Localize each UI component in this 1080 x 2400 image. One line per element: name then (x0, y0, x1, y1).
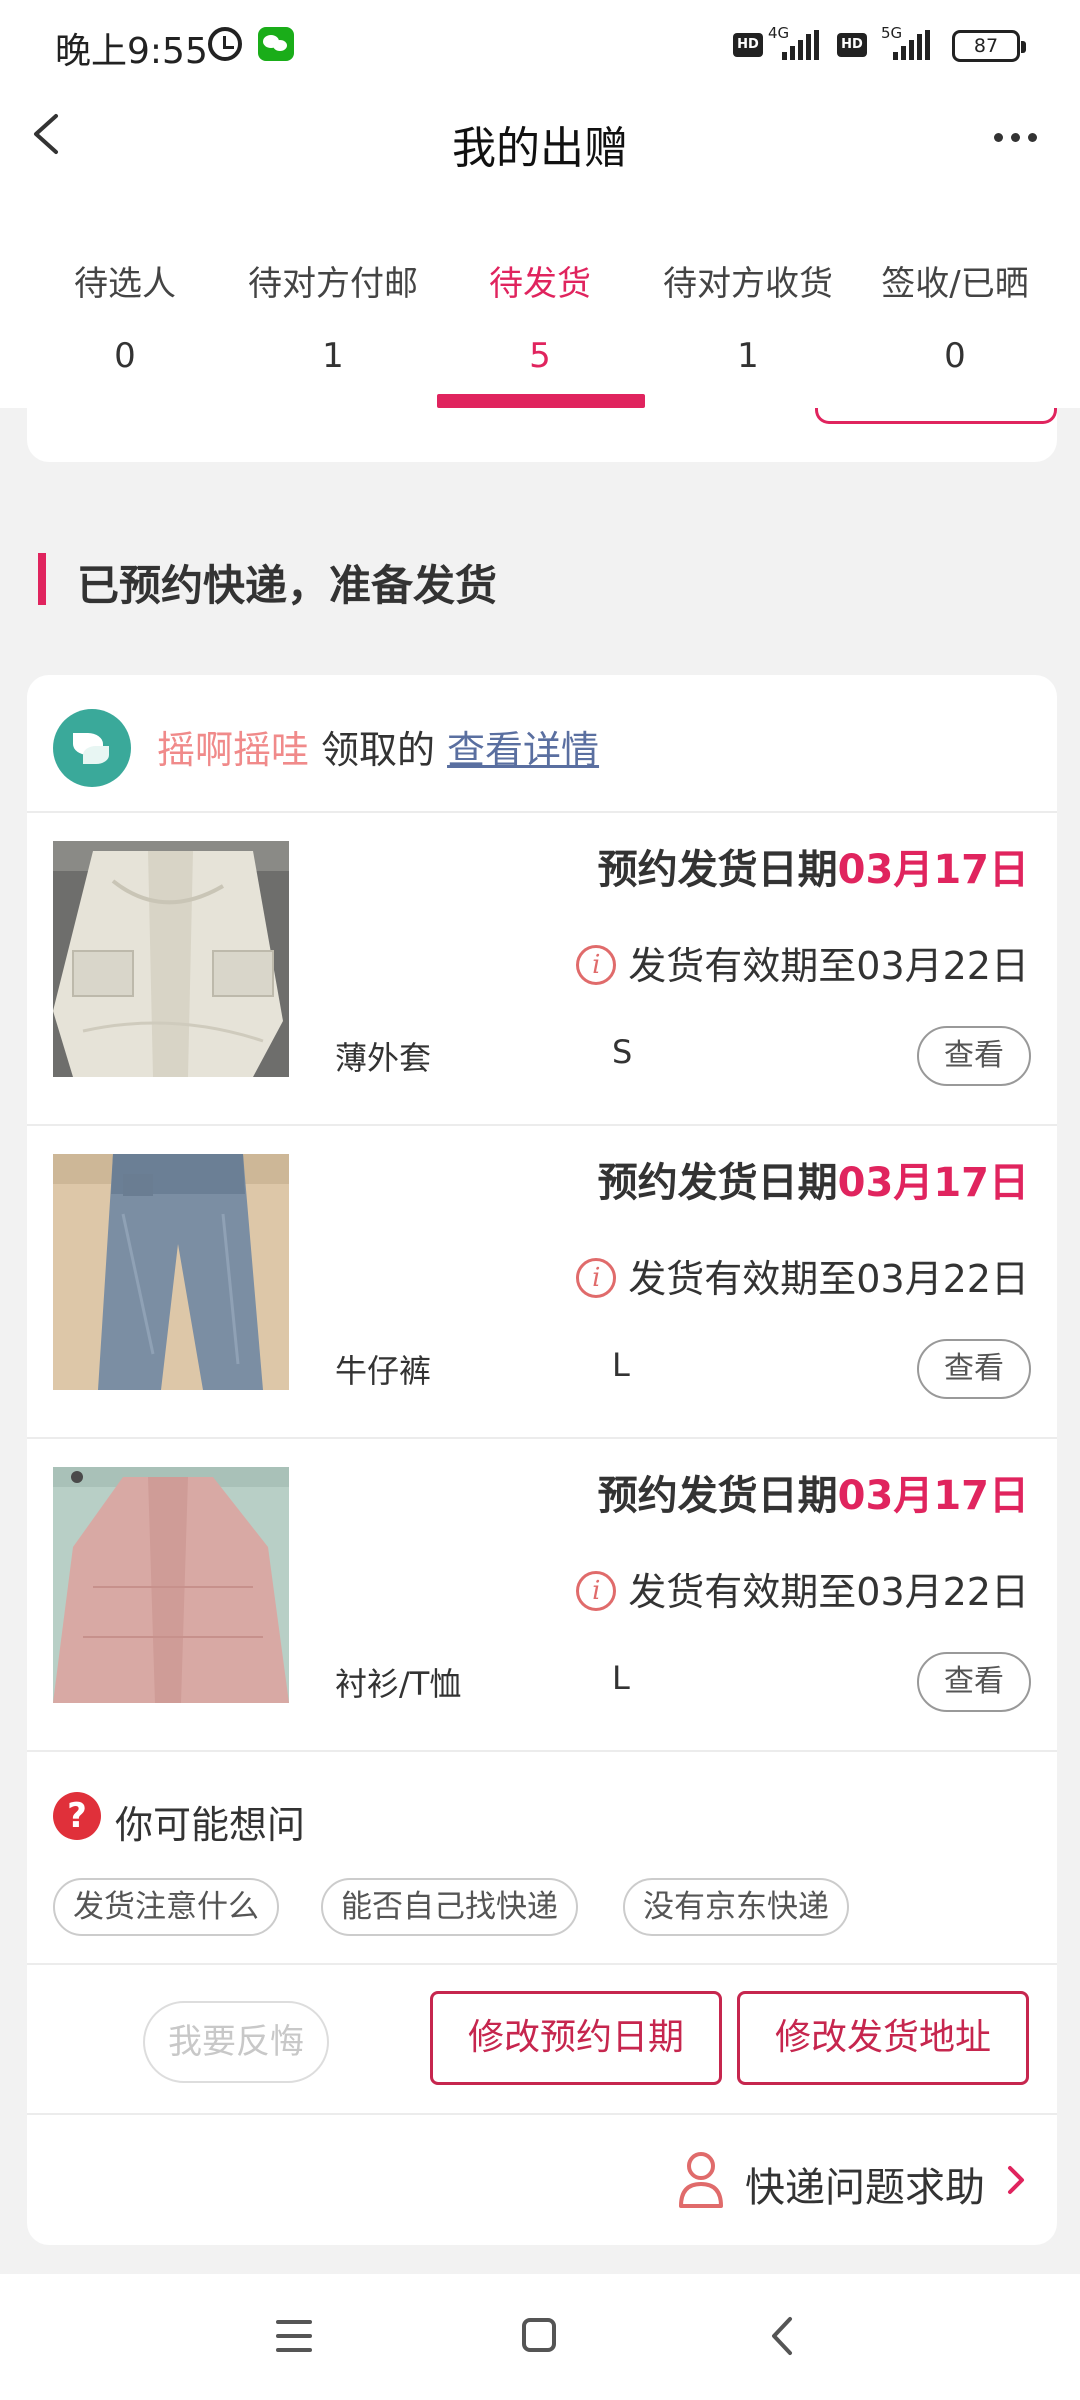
ship-date-label: 预约发货日期 (597, 1473, 838, 1519)
view-button[interactable]: 查看 (917, 1026, 1031, 1086)
ship-date: 预约发货日期03月17日 (598, 1150, 1029, 1208)
section-title: 已预约快递，准备发货 (77, 561, 498, 610)
view-button[interactable]: 查看 (917, 1652, 1031, 1712)
status-bar: 晚上9:55 HD 4G HD 5G 87 (0, 0, 1080, 92)
battery-icon: 87 (952, 30, 1026, 62)
system-nav-bar (0, 2274, 1080, 2400)
previous-card-bottom (27, 408, 1057, 462)
info-icon: i (576, 1257, 617, 1298)
tab-count: 0 (114, 336, 136, 376)
validity-text: 发货有效期至03月22日 (628, 1570, 1029, 1614)
delivery-help-row[interactable]: 快递问题求助 (27, 2115, 1057, 2245)
item-size: L (612, 1659, 630, 1697)
signal-icon-2 (893, 30, 935, 60)
tab-label: 待选人 (74, 264, 176, 304)
faq-chip[interactable]: 没有京东快递 (623, 1878, 849, 1936)
person-icon (679, 2152, 723, 2208)
view-button[interactable]: 查看 (917, 1339, 1031, 1399)
ship-date: 预约发货日期03月17日 (598, 1463, 1029, 1521)
validity-text: 发货有效期至03月22日 (628, 1257, 1029, 1301)
faq-chip[interactable]: 能否自己找快递 (321, 1878, 578, 1936)
wechat-notification-icon (258, 27, 294, 61)
hd-badge: HD (733, 33, 763, 57)
tab-count: 1 (322, 336, 344, 376)
tab-label: 签收/已晒 (881, 264, 1029, 304)
validity-line: i 发货有效期至03月22日 (576, 1561, 1029, 1616)
item-size: L (612, 1346, 630, 1384)
list-item: 预约发货日期03月17日 i 发货有效期至03月22日 薄外套 S 查看 (27, 813, 1057, 1126)
previous-card-button[interactable] (815, 408, 1057, 424)
status-time: 晚上9:55 (55, 31, 208, 72)
help-label: 快递问题求助 (745, 2165, 985, 2211)
tab-count: 0 (944, 336, 966, 376)
recipient-line: 摇啊摇哇 领取的 查看详情 (157, 719, 599, 774)
item-name: 薄外套 (335, 1039, 432, 1077)
tab-pending-postage[interactable]: 待对方付邮 1 (230, 232, 436, 408)
ship-date-value: 03月17日 (837, 1160, 1029, 1206)
recipient-name[interactable]: 摇啊摇哇 (157, 728, 309, 772)
menu-icon[interactable] (276, 2320, 312, 2352)
nav-bar: 我的出赠 (0, 92, 1080, 232)
tab-label: 待发货 (489, 264, 591, 304)
hd-badge-2: HD (837, 33, 867, 57)
item-photo-jeans[interactable] (53, 1154, 289, 1390)
item-photo-jacket[interactable] (53, 841, 289, 1077)
change-address-button[interactable]: 修改发货地址 (737, 1991, 1029, 2085)
section-accent-bar (38, 553, 46, 605)
faq-section: ? 你可能想问 发货注意什么 能否自己找快递 没有京东快递 (27, 1752, 1057, 1965)
validity-text: 发货有效期至03月22日 (628, 944, 1029, 988)
ship-date-value: 03月17日 (837, 847, 1029, 893)
more-dots-icon[interactable] (994, 133, 1038, 142)
tab-pending-receive[interactable]: 待对方收货 1 (645, 232, 851, 408)
order-card: 摇啊摇哇 领取的 查看详情 预约发货日期03月17日 i 发货有效期至03月22日 薄… (27, 675, 1057, 2245)
page-title: 我的出赠 (452, 123, 628, 174)
tab-label: 待对方付邮 (248, 264, 418, 304)
validity-line: i 发货有效期至03月22日 (576, 1248, 1029, 1303)
order-card-header: 摇啊摇哇 领取的 查看详情 (27, 675, 1057, 813)
faq-title: 你可能想问 (115, 1803, 306, 1847)
tab-pending-ship[interactable]: 待发货 5 (437, 232, 643, 408)
view-details-link[interactable]: 查看详情 (447, 728, 599, 772)
recipient-text: 领取的 (321, 728, 436, 772)
ship-date-label: 预约发货日期 (597, 1160, 838, 1206)
regret-button[interactable]: 我要反悔 (143, 2001, 329, 2083)
status-tabs: 待选人 0 待对方付邮 1 待发货 5 待对方收货 1 签收/已晒 0 (0, 232, 1080, 408)
list-item: 预约发货日期03月17日 i 发货有效期至03月22日 牛仔裤 L 查看 (27, 1126, 1057, 1439)
ship-date-label: 预约发货日期 (597, 847, 838, 893)
signal-icon (782, 30, 824, 60)
info-icon: i (576, 1570, 617, 1611)
tab-signed[interactable]: 签收/已晒 0 (852, 232, 1058, 408)
home-icon[interactable] (522, 2318, 556, 2352)
info-icon: i (576, 944, 617, 985)
question-icon: ? (53, 1792, 101, 1840)
active-tab-indicator (437, 394, 645, 408)
ship-date: 预约发货日期03月17日 (598, 837, 1029, 895)
item-size: S (612, 1033, 633, 1071)
ship-date-value: 03月17日 (837, 1473, 1029, 1519)
item-name: 衬衫/T恤 (335, 1665, 462, 1703)
action-bar: 我要反悔 修改预约日期 修改发货地址 (27, 1965, 1057, 2115)
faq-chip[interactable]: 发货注意什么 (53, 1878, 279, 1936)
validity-line: i 发货有效期至03月22日 (576, 935, 1029, 990)
tab-pending-select[interactable]: 待选人 0 (22, 232, 228, 408)
leaf-logo-icon (53, 709, 131, 787)
system-back-icon[interactable] (770, 2316, 794, 2356)
tab-label: 待对方收货 (663, 264, 833, 304)
item-photo-shirt[interactable] (53, 1467, 289, 1703)
tab-count: 5 (529, 336, 551, 376)
change-date-button[interactable]: 修改预约日期 (430, 1991, 722, 2085)
list-item: 预约发货日期03月17日 i 发货有效期至03月22日 衬衫/T恤 L 查看 (27, 1439, 1057, 1752)
alarm-icon (208, 27, 242, 61)
item-name: 牛仔裤 (335, 1352, 432, 1390)
tab-count: 1 (737, 336, 759, 376)
chevron-right-icon (1008, 2166, 1024, 2194)
